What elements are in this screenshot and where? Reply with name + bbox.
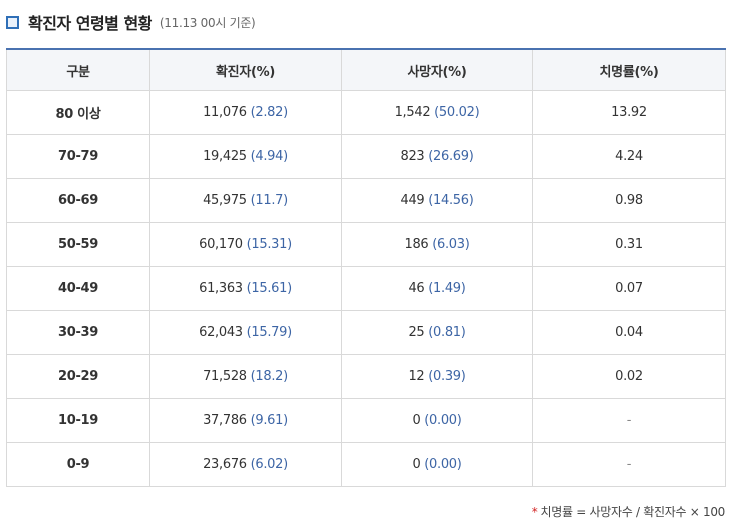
confirmed-cell-percent: (6.02) — [250, 457, 289, 472]
deaths-cell: 12 (0.39) — [341, 354, 533, 399]
column-header-confirmed: 확진자(%) — [149, 48, 342, 91]
confirmed-cell-value: 23,676 — [203, 457, 247, 472]
deaths-cell-percent: (0.00) — [424, 413, 462, 428]
deaths-cell-value: 0 — [412, 413, 421, 428]
fatality-rate-cell: 0.98 — [532, 178, 726, 223]
square-bullet-icon — [6, 15, 19, 29]
confirmed-cell-percent: (11.7) — [250, 193, 289, 208]
table-row: 70-79 19,425 (4.94) 823 (26.69) 4.24 — [6, 134, 726, 179]
fatality-rate-cell: 0.31 — [532, 222, 726, 267]
footnote: * 치명률 = 사망자수 / 확진자수 × 100 — [531, 503, 726, 520]
deaths-cell-value: 186 — [404, 237, 429, 252]
confirmed-cell-value: 61,363 — [199, 281, 243, 296]
age-group-cell: 20-29 — [6, 354, 150, 399]
confirmed-cell-value: 62,043 — [199, 325, 243, 340]
confirmed-cell-value: 45,975 — [203, 193, 247, 208]
age-group-cell: 50-59 — [6, 222, 150, 267]
deaths-cell-value: 449 — [400, 193, 425, 208]
deaths-cell-percent: (14.56) — [428, 193, 474, 208]
column-header-category: 구분 — [6, 48, 150, 91]
fatality-rate-cell: 4.24 — [532, 134, 726, 179]
deaths-cell: 0 (0.00) — [341, 442, 533, 487]
table-body: 80 이상 11,076 (2.82) 1,542 (50.02) 13.92 70-7… — [6, 90, 726, 487]
confirmed-cell: 11,076 (2.82) — [149, 90, 342, 135]
age-group-cell: 70-79 — [6, 134, 150, 179]
age-group-cell: 30-39 — [6, 310, 150, 355]
confirmed-cell: 62,043 (15.79) — [149, 310, 342, 355]
confirmed-cell: 19,425 (4.94) — [149, 134, 342, 179]
confirmed-cell: 60,170 (15.31) — [149, 222, 342, 267]
deaths-cell: 823 (26.69) — [341, 134, 533, 179]
age-statistics-table: 구분 확진자(%) 사망자(%) 치명률(%) 80 이상 11,076 (2.8… — [6, 48, 726, 487]
confirmed-cell: 23,676 (6.02) — [149, 442, 342, 487]
page-title: 확진자 연령별 현황 — [28, 14, 152, 33]
table-row: 30-39 62,043 (15.79) 25 (0.81) 0.04 — [6, 310, 726, 355]
confirmed-cell: 71,528 (18.2) — [149, 354, 342, 399]
confirmed-cell: 61,363 (15.61) — [149, 266, 342, 311]
table-row: 50-59 60,170 (15.31) 186 (6.03) 0.31 — [6, 222, 726, 267]
age-group-cell: 0-9 — [6, 442, 150, 487]
table-row: 10-19 37,786 (9.61) 0 (0.00) - — [6, 398, 726, 443]
footnote-marker: * — [531, 505, 538, 519]
deaths-cell: 0 (0.00) — [341, 398, 533, 443]
deaths-cell-value: 12 — [408, 369, 425, 384]
fatality-rate-cell: - — [532, 442, 726, 487]
deaths-cell-value: 25 — [408, 325, 425, 340]
column-header-fatality: 치명률(%) — [532, 48, 726, 91]
confirmed-cell-percent: (9.61) — [250, 413, 289, 428]
table-row: 20-29 71,528 (18.2) 12 (0.39) 0.02 — [6, 354, 726, 399]
confirmed-cell-value: 37,786 — [203, 413, 247, 428]
fatality-rate-cell: - — [532, 398, 726, 443]
table-header-row: 구분 확진자(%) 사망자(%) 치명률(%) — [6, 48, 726, 91]
deaths-cell-value: 1,542 — [394, 105, 431, 120]
deaths-cell-value: 0 — [412, 457, 421, 472]
deaths-cell-value: 823 — [400, 149, 425, 164]
deaths-cell: 186 (6.03) — [341, 222, 533, 267]
deaths-cell: 46 (1.49) — [341, 266, 533, 311]
confirmed-cell-percent: (15.31) — [246, 237, 293, 252]
deaths-cell-percent: (50.02) — [434, 105, 480, 120]
age-group-cell: 10-19 — [6, 398, 150, 443]
deaths-cell-percent: (0.00) — [424, 457, 462, 472]
deaths-cell: 449 (14.56) — [341, 178, 533, 223]
table-row: 40-49 61,363 (15.61) 46 (1.49) 0.07 — [6, 266, 726, 311]
table-row: 80 이상 11,076 (2.82) 1,542 (50.02) 13.92 — [6, 90, 726, 135]
age-group-cell: 80 이상 — [6, 90, 150, 135]
fatality-rate-cell: 0.07 — [532, 266, 726, 311]
page-subtitle: (11.13 00시 기준) — [159, 15, 256, 30]
confirmed-cell-value: 60,170 — [199, 237, 243, 252]
deaths-cell: 25 (0.81) — [341, 310, 533, 355]
section-header: 확진자 연령별 현황 (11.13 00시 기준) — [6, 10, 256, 34]
deaths-cell: 1,542 (50.02) — [341, 90, 533, 135]
deaths-cell-value: 46 — [408, 281, 425, 296]
confirmed-cell-value: 11,076 — [203, 105, 247, 120]
column-header-deaths: 사망자(%) — [341, 48, 533, 91]
confirmed-cell-percent: (18.2) — [250, 369, 289, 384]
deaths-cell-percent: (1.49) — [428, 281, 466, 296]
table-row: 60-69 45,975 (11.7) 449 (14.56) 0.98 — [6, 178, 726, 223]
confirmed-cell-percent: (4.94) — [250, 149, 289, 164]
deaths-cell-percent: (6.03) — [432, 237, 470, 252]
deaths-cell-percent: (26.69) — [428, 149, 474, 164]
confirmed-cell-value: 19,425 — [203, 149, 247, 164]
confirmed-cell: 45,975 (11.7) — [149, 178, 342, 223]
deaths-cell-percent: (0.81) — [428, 325, 466, 340]
fatality-rate-cell: 0.04 — [532, 310, 726, 355]
confirmed-cell-value: 71,528 — [203, 369, 247, 384]
confirmed-cell-percent: (15.79) — [246, 325, 293, 340]
confirmed-cell-percent: (15.61) — [246, 281, 293, 296]
footnote-text: 치명률 = 사망자수 / 확진자수 × 100 — [540, 505, 726, 519]
confirmed-cell: 37,786 (9.61) — [149, 398, 342, 443]
age-group-cell: 40-49 — [6, 266, 150, 311]
confirmed-cell-percent: (2.82) — [250, 105, 289, 120]
table-row: 0-9 23,676 (6.02) 0 (0.00) - — [6, 442, 726, 487]
fatality-rate-cell: 0.02 — [532, 354, 726, 399]
deaths-cell-percent: (0.39) — [428, 369, 466, 384]
fatality-rate-cell: 13.92 — [532, 90, 726, 135]
age-group-cell: 60-69 — [6, 178, 150, 223]
